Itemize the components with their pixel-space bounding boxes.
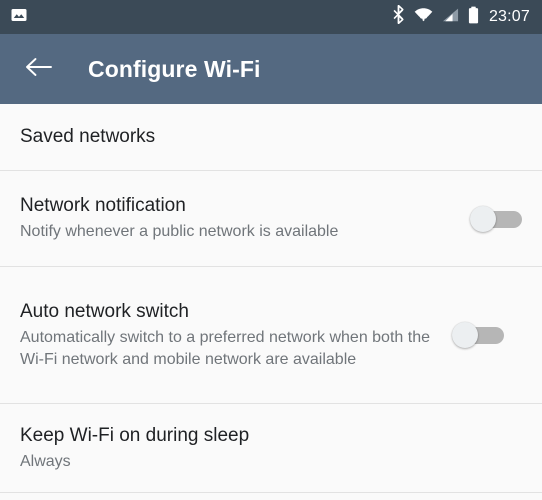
app-bar: Configure Wi-Fi bbox=[0, 34, 542, 104]
cellular-signal-icon bbox=[442, 7, 459, 28]
setting-title: Keep Wi-Fi on during sleep bbox=[20, 424, 250, 446]
setting-item-saved-networks[interactable]: Saved networks bbox=[0, 104, 542, 170]
status-bar-notifications bbox=[10, 6, 28, 29]
image-icon bbox=[10, 6, 28, 29]
status-bar: 23:07 bbox=[0, 0, 542, 34]
setting-item-auto-network-switch[interactable]: Auto network switch Automatically switch… bbox=[0, 267, 542, 403]
back-arrow-icon bbox=[25, 55, 53, 84]
setting-item-network-notification[interactable]: Network notification Notify whenever a p… bbox=[0, 171, 542, 266]
setting-text-block: Saved networks bbox=[20, 125, 522, 149]
page-title: Configure Wi-Fi bbox=[88, 55, 261, 82]
setting-text-block: Auto network switch Automatically switch… bbox=[20, 300, 452, 371]
setting-value: Always bbox=[20, 452, 71, 470]
toggle-thumb bbox=[452, 322, 478, 348]
setting-subtitle: Notify whenever a public network is avai… bbox=[20, 223, 339, 240]
wifi-icon bbox=[414, 7, 433, 28]
settings-list: Saved networks Network notification Noti… bbox=[0, 104, 542, 493]
back-button[interactable] bbox=[22, 52, 56, 86]
setting-title: Network notification bbox=[20, 195, 186, 216]
setting-text-block: Network notification Notify whenever a p… bbox=[20, 194, 470, 243]
status-bar-system-icons: 23:07 bbox=[392, 4, 530, 29]
auto-network-switch-toggle[interactable] bbox=[452, 318, 504, 352]
network-notification-toggle[interactable] bbox=[470, 202, 522, 236]
setting-subtitle: Automatically switch to a preferred netw… bbox=[20, 328, 430, 368]
toggle-thumb bbox=[470, 205, 496, 232]
setting-title: Saved networks bbox=[20, 126, 156, 147]
bluetooth-icon bbox=[392, 4, 405, 29]
status-bar-clock: 23:07 bbox=[488, 8, 530, 25]
setting-title: Auto network switch bbox=[20, 300, 189, 322]
list-divider bbox=[0, 492, 542, 493]
battery-icon bbox=[468, 6, 479, 29]
setting-item-keep-wifi-on-during-sleep[interactable]: Keep Wi-Fi on during sleep Always bbox=[0, 404, 542, 492]
setting-text-block: Keep Wi-Fi on during sleep Always bbox=[20, 424, 522, 473]
